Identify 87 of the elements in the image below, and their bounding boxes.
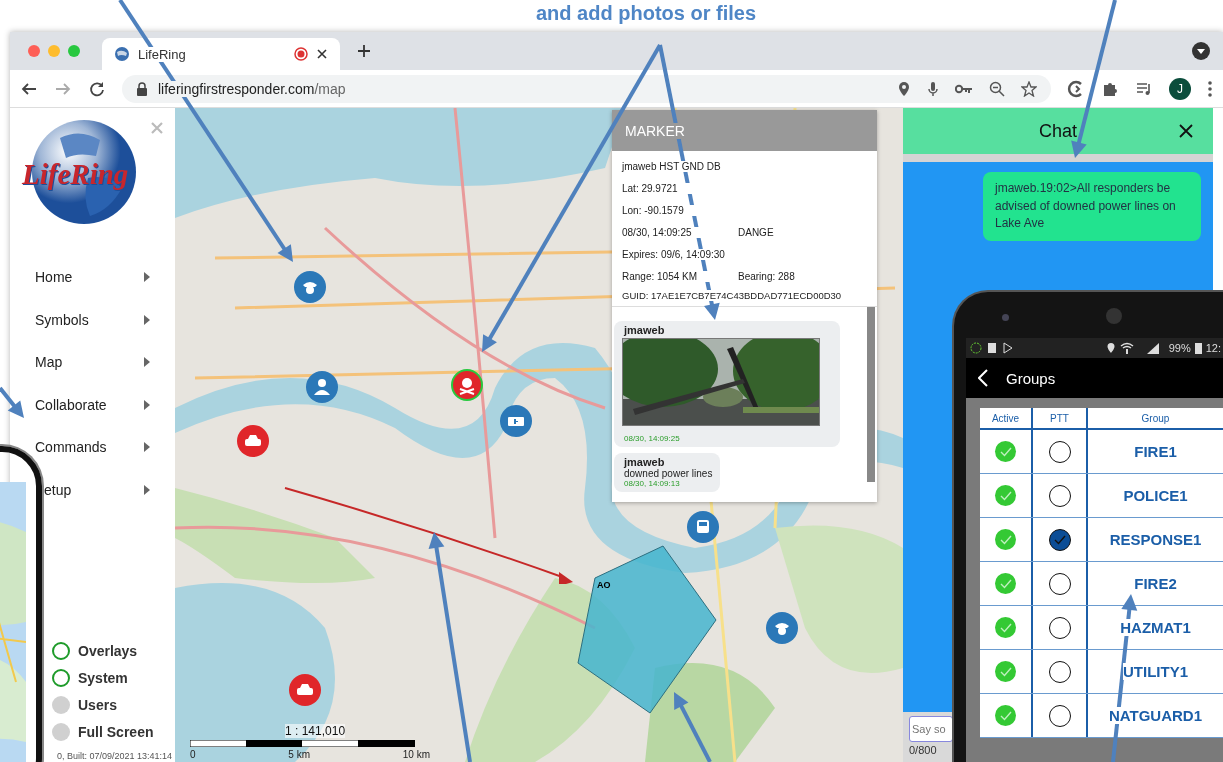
- comment-author: jmaweb: [624, 456, 666, 468]
- column-header: Group: [1140, 411, 1171, 426]
- menu-item[interactable]: Home: [10, 256, 175, 299]
- check-icon: [999, 666, 1012, 677]
- dropdown-icon[interactable]: [1191, 41, 1211, 61]
- check-icon: [999, 578, 1012, 589]
- toggle-label: System: [78, 670, 128, 686]
- back-icon[interactable]: [978, 369, 988, 387]
- column-header: PTT: [1033, 408, 1088, 428]
- scale-label: 10 km: [402, 749, 430, 760]
- check-icon: [999, 622, 1012, 633]
- message-input[interactable]: Say so: [909, 716, 953, 742]
- menu-item[interactable]: Map: [10, 341, 175, 384]
- battery-level: 99%: [1168, 342, 1191, 354]
- browser-tab[interactable]: LifeRing: [102, 38, 340, 70]
- shape-label: AO: [597, 580, 611, 590]
- scale-ratio: 1 : 141,010: [285, 724, 346, 738]
- recording-icon: [294, 47, 308, 61]
- column-header: Active: [980, 408, 1033, 428]
- close-icon[interactable]: [316, 48, 328, 60]
- clock: 12:: [1205, 342, 1221, 354]
- check-icon: [999, 490, 1012, 501]
- active-checkbox[interactable]: [995, 573, 1016, 594]
- marker-detail: Bearing: 288: [738, 270, 795, 282]
- comment-text: downed power lines: [624, 468, 713, 479]
- caret-icon: [144, 399, 150, 410]
- comment-author: jmaweb: [624, 324, 666, 336]
- toggle-label: Full Screen: [78, 724, 154, 740]
- active-checkbox[interactable]: [995, 617, 1016, 638]
- check-icon: [999, 534, 1012, 545]
- marker-detail: GUID: 17AE1E7CB7E74C43BDDAD771ECD00D30: [622, 289, 842, 301]
- toggle-switch[interactable]: [52, 696, 70, 714]
- scale-label: 5 km: [288, 749, 310, 760]
- menu-item[interactable]: Collaborate: [10, 383, 175, 426]
- menu-item[interactable]: Symbols: [10, 298, 175, 341]
- active-checkbox[interactable]: [995, 485, 1016, 506]
- popup-title: MARKER: [625, 122, 685, 139]
- menu-item[interactable]: etup: [44, 468, 175, 511]
- active-checkbox[interactable]: [995, 661, 1016, 682]
- key-icon[interactable]: [955, 83, 973, 94]
- check-icon: [1053, 534, 1066, 545]
- marker-detail: DANGE: [738, 226, 774, 238]
- toggle-switch[interactable]: [52, 642, 70, 660]
- scale-label: 0: [190, 749, 196, 760]
- globe-icon: [114, 46, 130, 62]
- toggle-label: Users: [78, 697, 117, 713]
- toggle-label: Overlays: [78, 643, 138, 659]
- new-tab-icon[interactable]: [356, 43, 372, 59]
- ptt-radio[interactable]: [1048, 528, 1071, 551]
- zoom-out-icon[interactable]: [989, 80, 1005, 97]
- chat-title: Chat: [1039, 120, 1077, 142]
- chat-message: jmaweb.19:02>All responders be advised of downed power lines on Lake Ave: [983, 172, 1201, 241]
- more-icon[interactable]: [1207, 79, 1213, 98]
- polygon-shape[interactable]: [577, 545, 717, 715]
- check-icon: [999, 446, 1012, 457]
- active-checkbox[interactable]: [995, 705, 1016, 726]
- caret-icon: [144, 272, 150, 283]
- caret-icon: [144, 484, 150, 495]
- build-info: 0, Built: 07/09/2021 13:41:14: [55, 751, 173, 761]
- close-icon[interactable]: [1179, 124, 1193, 138]
- comment-time: 08/30, 14:09:13: [624, 479, 681, 488]
- comment-time: 08/30, 14:09:25: [624, 434, 681, 443]
- group-name[interactable]: HAZMAT1: [1120, 619, 1191, 636]
- active-checkbox[interactable]: [995, 441, 1016, 462]
- camera-icon: [1002, 314, 1009, 321]
- check-icon: [999, 710, 1012, 721]
- character-counter: 0/800: [909, 744, 938, 756]
- group-name[interactable]: UTILITY1: [1123, 663, 1188, 680]
- battery-icon: [1194, 342, 1202, 354]
- screen-title: Groups: [1006, 369, 1056, 387]
- scrollbar[interactable]: [867, 307, 875, 482]
- annotation-text: and add photos or files: [536, 2, 756, 25]
- caret-icon: [144, 314, 150, 325]
- caret-icon: [144, 357, 150, 368]
- lock-icon: [136, 81, 148, 96]
- group-name[interactable]: NATGUARD1: [1108, 707, 1203, 724]
- toggle-switch[interactable]: [52, 723, 70, 741]
- address-field[interactable]: liferingfirstresponder.com/map: [122, 74, 1051, 103]
- location-icon[interactable]: [897, 80, 911, 97]
- caret-icon: [144, 442, 150, 453]
- menu-item[interactable]: Commands: [10, 426, 175, 469]
- active-checkbox[interactable]: [995, 529, 1016, 550]
- toggle-switch[interactable]: [52, 669, 70, 687]
- microphone-icon[interactable]: [927, 80, 939, 97]
- profile-avatar[interactable]: J: [1169, 77, 1191, 100]
- star-icon[interactable]: [1021, 80, 1037, 97]
- speaker-icon: [1106, 308, 1122, 324]
